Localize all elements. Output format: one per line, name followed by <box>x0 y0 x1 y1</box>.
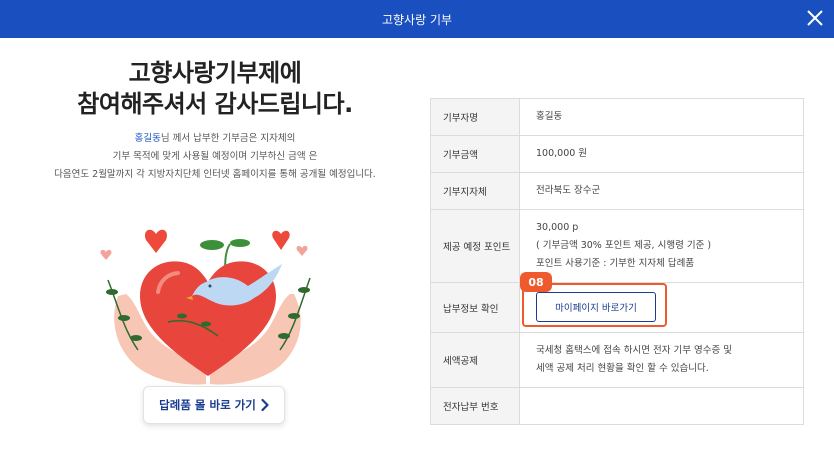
close-button[interactable] <box>802 5 828 31</box>
small-heart-icon <box>296 245 308 256</box>
amount-value: 100,000 원 <box>519 135 804 173</box>
table-row: 세액공제 국세청 홈택스에 접속 하시면 전자 기부 영수증 및 세액 공제 처… <box>430 332 804 388</box>
donation-info-table: 기부자명 홍길동 기부금액 100,000 원 기부지자체 전라북도 장수군 제… <box>430 98 804 425</box>
table-row: 기부자명 홍길동 <box>430 98 804 136</box>
points-note-2: 포인트 사용기준 : 기부한 지자체 답례품 <box>536 258 695 269</box>
modal-header: 고향사랑 기부 <box>0 0 834 38</box>
points-note-1: ( 기부금액 30% 포인트 제공, 시행령 기준 ) <box>536 240 712 251</box>
amount-label: 기부금액 <box>430 135 520 173</box>
donor-name-highlight: 홍길동 <box>134 133 161 144</box>
epay-value <box>519 387 804 425</box>
payment-label: 납부정보 확인 <box>430 282 520 333</box>
modal-title: 고향사랑 기부 <box>381 12 453 27</box>
headline-line-1: 고향사랑기부제에 <box>128 59 302 87</box>
table-row: 기부지자체 전라북도 장수군 <box>430 172 804 210</box>
donor-name-label: 기부자명 <box>430 98 520 136</box>
points-label: 제공 예정 포인트 <box>430 209 520 283</box>
epay-label: 전자납부 번호 <box>430 387 520 425</box>
step-badge: 08 <box>520 272 552 292</box>
desc-line-3: 다음연도 2월말까지 각 지방자치단체 인터넷 홈페이지를 통해 공개될 예정입… <box>54 169 376 180</box>
small-heart-icon <box>272 230 290 250</box>
desc-line-1: 님 께서 납부한 기부금은 지자체의 <box>160 133 296 144</box>
region-value: 전라북도 장수군 <box>519 172 804 210</box>
gift-mall-button[interactable]: 답례품 몰 바로 가기 <box>143 386 285 424</box>
table-row: 전자납부 번호 <box>430 387 804 425</box>
desc-line-2: 기부 목적에 맞게 사용될 예정이며 기부하신 금액 은 <box>112 151 318 162</box>
gift-mall-button-label: 답례품 몰 바로 가기 <box>159 398 256 412</box>
thanks-headline: 고향사랑기부제에 참여해주셔서 감사드립니다. <box>0 58 430 120</box>
small-heart-icon <box>145 229 167 253</box>
chevron-right-icon <box>261 399 269 411</box>
thanks-description: 홍길동님 께서 납부한 기부금은 지자체의 기부 목적에 맞게 사용될 예정이며… <box>0 130 430 184</box>
table-row: 제공 예정 포인트 30,000 p ( 기부금액 30% 포인트 제공, 시행… <box>430 209 804 283</box>
close-icon <box>807 10 823 26</box>
donor-name-value: 홍길동 <box>519 98 804 136</box>
region-label: 기부지자체 <box>430 172 520 210</box>
points-value: 30,000 p <box>536 222 579 233</box>
mypage-button[interactable]: 마이페이지 바로가기 <box>536 292 656 322</box>
headline-line-2: 참여해주셔서 감사드립니다. <box>77 90 353 118</box>
tax-line-2: 세액 공제 처리 현황을 확인 할 수 있습니다. <box>536 363 709 374</box>
points-cell: 30,000 p ( 기부금액 30% 포인트 제공, 시행령 기준 ) 포인트… <box>519 209 804 283</box>
tax-label: 세액공제 <box>430 332 520 388</box>
table-row: 기부금액 100,000 원 <box>430 135 804 173</box>
tax-line-1: 국세청 홈택스에 접속 하시면 전자 기부 영수증 및 <box>536 345 732 356</box>
tax-cell: 국세청 홈택스에 접속 하시면 전자 기부 영수증 및 세액 공제 처리 현황을… <box>519 332 804 388</box>
hands-heart-illustration <box>100 229 311 385</box>
small-heart-icon <box>100 249 112 260</box>
